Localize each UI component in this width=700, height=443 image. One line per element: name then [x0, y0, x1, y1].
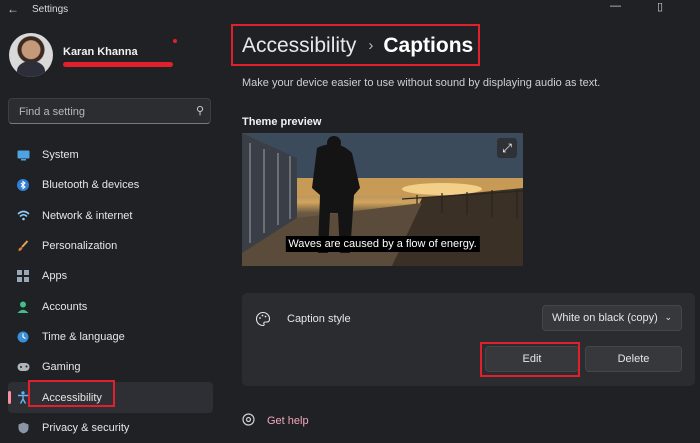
help-icon [242, 413, 255, 429]
get-help-label: Get help [267, 415, 309, 427]
page-description: Make your device easier to use without s… [242, 77, 601, 89]
apps-icon [16, 269, 30, 283]
sidebar-item-personalization[interactable]: Personalization [8, 231, 213, 261]
sidebar-item-apps[interactable]: Apps [8, 261, 213, 291]
sidebar-item-bluetooth[interactable]: Bluetooth & devices [8, 170, 213, 200]
palette-icon [255, 311, 271, 330]
caption-style-card: Caption style White on black (copy) ⌄ Ed… [242, 293, 695, 386]
user-name: Karan Khanna [63, 46, 138, 58]
sidebar-item-system[interactable]: System [8, 140, 213, 170]
sidebar-item-label: Personalization [42, 240, 118, 253]
highlight-box-accessibility [28, 380, 115, 407]
search-box[interactable]: ⚲ [8, 98, 211, 124]
caption-style-value: White on black (copy) [552, 312, 658, 324]
redacted-email [63, 62, 173, 67]
brush-icon [16, 239, 30, 253]
bluetooth-icon [16, 178, 30, 192]
delete-button[interactable]: Delete [585, 346, 682, 372]
sidebar-item-label: Bluetooth & devices [42, 179, 140, 192]
wifi-icon [16, 209, 30, 223]
preview-label: Theme preview [242, 116, 322, 128]
avatar [9, 33, 53, 77]
sidebar-item-network[interactable]: Network & internet [8, 201, 213, 231]
redaction-dot [173, 39, 177, 43]
minimize-icon[interactable]: — [610, 0, 621, 12]
sidebar-item-label: System [42, 149, 79, 162]
person-icon [16, 300, 30, 314]
sidebar-item-label: Network & internet [42, 209, 133, 222]
highlight-box-edit [480, 342, 580, 377]
search-icon[interactable]: ⚲ [196, 104, 204, 117]
app-title: Settings [32, 4, 69, 15]
chevron-down-icon: ⌄ [664, 312, 672, 322]
shield-icon [16, 421, 30, 435]
title-bar: ← Settings — ▯ [0, 0, 700, 20]
preview-caption: Waves are caused by a flow of energy. [285, 236, 480, 252]
caption-style-label: Caption style [287, 313, 351, 325]
sidebar-item-privacy[interactable]: Privacy & security [8, 413, 213, 443]
active-indicator [8, 391, 11, 405]
get-help-link[interactable]: Get help [242, 413, 309, 429]
theme-preview: ⤢ Waves are caused by a flow of energy. [242, 133, 523, 266]
back-arrow-icon[interactable]: ← [7, 2, 19, 16]
gamepad-icon [16, 360, 30, 374]
expand-icon[interactable]: ⤢ [497, 138, 517, 158]
caption-style-select[interactable]: White on black (copy) ⌄ [542, 305, 682, 331]
monitor-icon [16, 148, 30, 162]
maximize-icon[interactable]: ▯ [657, 0, 663, 13]
sidebar-item-label: Accounts [42, 300, 88, 313]
highlight-box-breadcrumb [231, 24, 480, 66]
sidebar-item-label: Apps [42, 270, 68, 283]
sidebar-item-time-language[interactable]: Time & language [8, 322, 213, 352]
sidebar-item-label: Privacy & security [42, 421, 130, 434]
search-input[interactable] [17, 103, 191, 121]
sidebar-item-accounts[interactable]: Accounts [8, 291, 213, 321]
globe-clock-icon [16, 330, 30, 344]
sidebar-item-gaming[interactable]: Gaming [8, 352, 213, 382]
sidebar-item-label: Gaming [42, 361, 81, 374]
sidebar-item-label: Time & language [42, 330, 125, 343]
